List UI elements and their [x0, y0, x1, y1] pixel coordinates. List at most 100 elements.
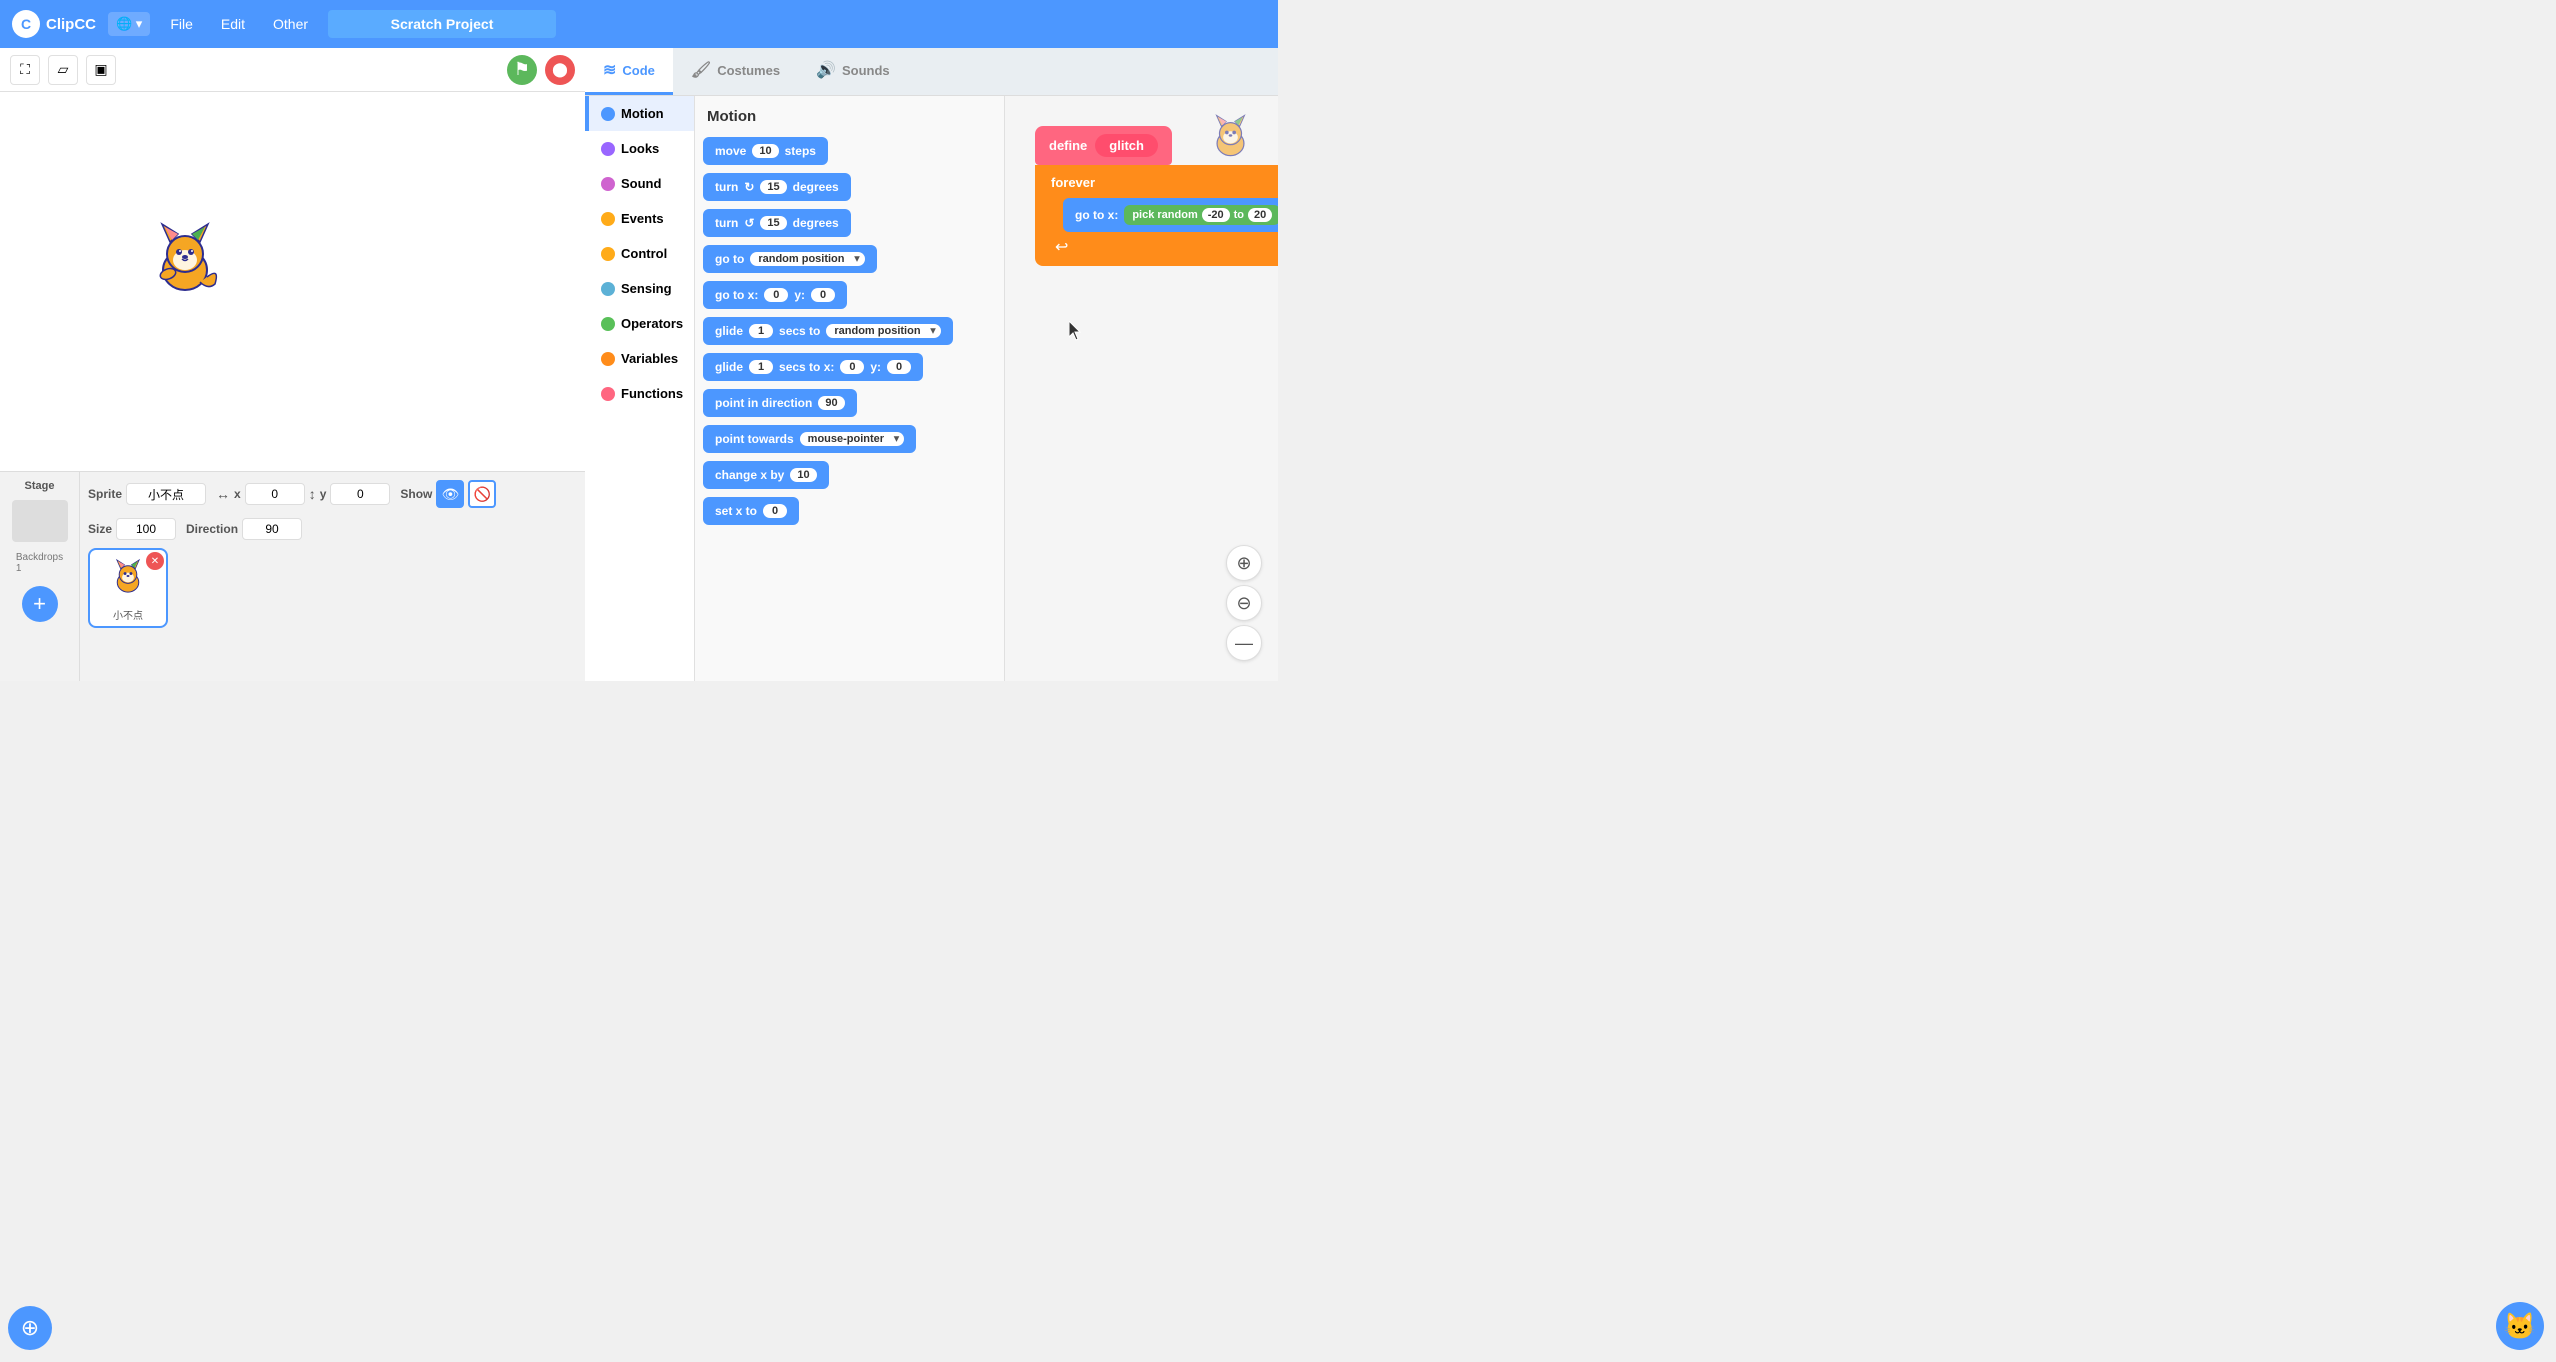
glide-secs[interactable]: 1 — [749, 324, 773, 338]
glide-dropdown[interactable]: random position — [826, 324, 940, 338]
turn-cw-label: turn — [715, 180, 738, 194]
glide-xy-secs[interactable]: 1 — [749, 360, 773, 374]
file-menu[interactable]: File — [162, 12, 201, 36]
turn-ccw-value[interactable]: 15 — [760, 216, 786, 230]
tab-sounds[interactable]: 🔊 Sounds — [798, 48, 908, 95]
glitch-custom-block[interactable]: glitch — [1095, 134, 1158, 157]
other-menu[interactable]: Other — [265, 12, 316, 36]
size-input[interactable] — [116, 518, 176, 540]
pick-random-1-min[interactable]: -20 — [1202, 208, 1230, 222]
category-operators[interactable]: Operators — [585, 306, 694, 341]
category-variables[interactable]: Variables — [585, 341, 694, 376]
goto-xy-ws-block[interactable]: go to x: pick random -20 to 20 y: — [1063, 198, 1278, 232]
category-motion[interactable]: Motion — [585, 96, 694, 131]
move-value[interactable]: 10 — [752, 144, 778, 158]
category-functions[interactable]: Functions — [585, 376, 694, 411]
pick-random-1[interactable]: pick random -20 to 20 — [1124, 205, 1278, 225]
stage-area: ⛶ ▱ ▣ ⚑ ⬤ — [0, 48, 585, 681]
point-towards-label: point towards — [715, 432, 794, 446]
pick-random-1-max[interactable]: 20 — [1248, 208, 1272, 222]
goto-x-value[interactable]: 0 — [764, 288, 788, 302]
point-towards-dropdown[interactable]: mouse-pointer — [800, 432, 904, 446]
green-flag-button[interactable]: ⚑ — [507, 55, 537, 85]
turn-cw-value[interactable]: 15 — [760, 180, 786, 194]
edit-menu[interactable]: Edit — [213, 12, 253, 36]
forever-block[interactable]: forever go to x: pick random -20 to 2 — [1035, 165, 1278, 266]
goto-dropdown[interactable]: random position — [750, 252, 864, 266]
direction-input[interactable] — [242, 518, 302, 540]
glide-x-value[interactable]: 0 — [840, 360, 864, 374]
turn-ccw-label: turn — [715, 216, 738, 230]
zoom-in-button[interactable]: ⊕ — [1226, 545, 1262, 581]
add-backdrop-button[interactable]: + — [22, 586, 58, 622]
set-x-value[interactable]: 0 — [763, 504, 787, 518]
category-control[interactable]: Control — [585, 236, 694, 271]
category-sensing[interactable]: Sensing — [585, 271, 694, 306]
tab-code[interactable]: ≋ Code — [585, 48, 673, 95]
cursor-indicator — [1069, 321, 1083, 341]
stop-button[interactable]: ⬤ — [545, 55, 575, 85]
point-direction-block[interactable]: point in direction 90 — [703, 389, 996, 417]
define-block[interactable]: define glitch — [1035, 126, 1172, 165]
sprite-delete-button[interactable]: ✕ — [146, 552, 164, 570]
block-panels: Motion Looks Sound Events Control — [585, 96, 1278, 681]
tab-costumes[interactable]: 🖌 Costumes — [673, 48, 798, 95]
show-hidden-button[interactable]: 🚫 — [468, 480, 496, 508]
glide-secs-label: secs to — [779, 324, 820, 338]
sprite-list: ✕ — [88, 548, 577, 628]
sprite-item-name: 小不点 — [113, 607, 143, 622]
sprite-item[interactable]: ✕ — [88, 548, 168, 628]
point-dir-value[interactable]: 90 — [818, 396, 844, 410]
globe-button[interactable]: 🌐 ▾ — [108, 12, 150, 36]
change-x-label: change x by — [715, 468, 784, 482]
turn-cw-icon: ↻ — [744, 180, 754, 194]
show-visible-button[interactable]: 👁 — [436, 480, 464, 508]
glide-y-value[interactable]: 0 — [887, 360, 911, 374]
operators-dot — [601, 317, 615, 331]
category-looks[interactable]: Looks — [585, 131, 694, 166]
turn-ccw-icon: ↺ — [744, 216, 754, 230]
set-x-block[interactable]: set x to 0 — [703, 497, 996, 525]
fox-sprite-svg — [140, 212, 230, 302]
sprite-name-input[interactable] — [126, 483, 206, 505]
looks-dot — [601, 142, 615, 156]
glide-xy-secs-label: secs to x: — [779, 360, 834, 374]
move-block[interactable]: move 10 steps — [703, 137, 996, 165]
logo-text: ClipCC — [46, 16, 96, 33]
category-sound[interactable]: Sound — [585, 166, 694, 201]
change-x-block[interactable]: change x by 10 — [703, 461, 996, 489]
costumes-tab-label: Costumes — [717, 63, 780, 78]
layout2-button[interactable]: ▣ — [86, 55, 116, 85]
x-input[interactable] — [245, 483, 305, 505]
size-label: Size — [88, 522, 112, 536]
turn-cw-block[interactable]: turn ↻ 15 degrees — [703, 173, 996, 201]
category-events[interactable]: Events — [585, 201, 694, 236]
sprite-name-group: Sprite — [88, 483, 206, 505]
zoom-out-button[interactable]: ⊖ — [1226, 585, 1262, 621]
change-x-value[interactable]: 10 — [790, 468, 816, 482]
stage-thumbnail[interactable] — [12, 500, 68, 542]
block-editor: ≋ Code 🖌 Costumes 🔊 Sounds Motion — [585, 48, 1278, 681]
main-layout: ⛶ ▱ ▣ ⚑ ⬤ — [0, 48, 1278, 681]
green-flag-icon: ⚑ — [514, 59, 530, 80]
glide-random-block[interactable]: glide 1 secs to random position — [703, 317, 996, 345]
fullscreen-button[interactable]: ⛶ — [10, 55, 40, 85]
code-workspace[interactable]: define glitch forever go to x: pic — [1005, 96, 1278, 681]
project-title-input[interactable] — [328, 10, 556, 38]
layout1-button[interactable]: ▱ — [48, 55, 78, 85]
goto-y-value[interactable]: 0 — [811, 288, 835, 302]
glide-xy-block[interactable]: glide 1 secs to x: 0 y: 0 — [703, 353, 996, 381]
layout1-icon: ▱ — [58, 61, 69, 78]
point-dir-label: point in direction — [715, 396, 812, 410]
turn-ccw-block[interactable]: turn ↺ 15 degrees — [703, 209, 996, 237]
functions-label: Functions — [621, 386, 683, 401]
sound-dot — [601, 177, 615, 191]
point-towards-block[interactable]: point towards mouse-pointer — [703, 425, 996, 453]
y-input[interactable] — [330, 483, 390, 505]
zoom-fit-icon: — — [1235, 633, 1253, 654]
code-tab-label: Code — [622, 63, 655, 78]
y-label: y — [320, 487, 327, 501]
zoom-fit-button[interactable]: — — [1226, 625, 1262, 661]
goto-block[interactable]: go to random position — [703, 245, 996, 273]
goto-xy-block[interactable]: go to x: 0 y: 0 — [703, 281, 996, 309]
